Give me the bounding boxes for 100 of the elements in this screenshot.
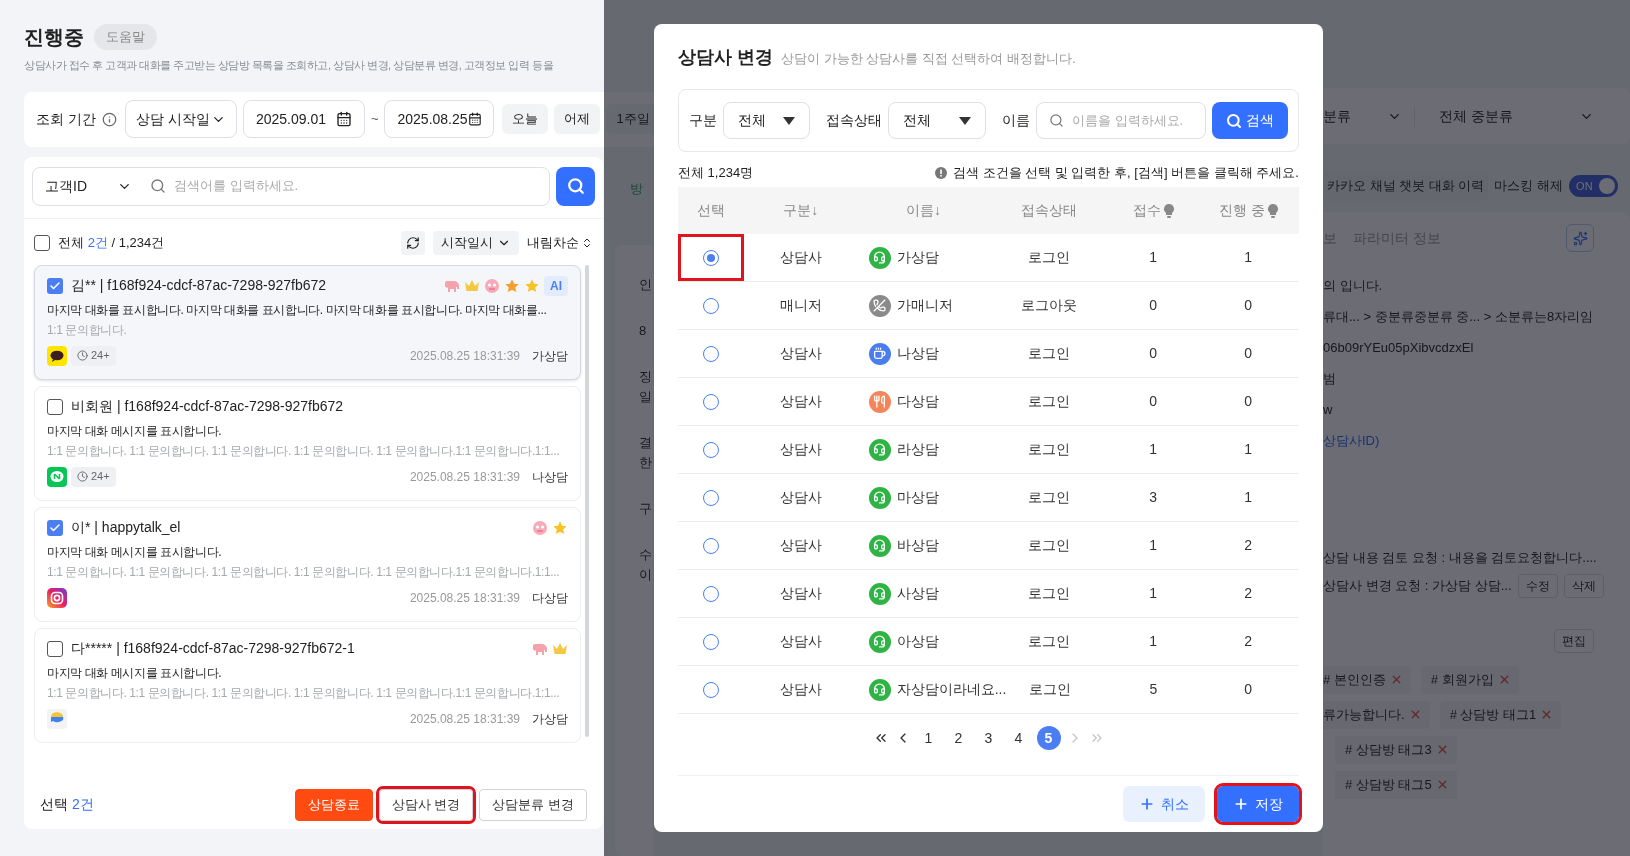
conversation-card[interactable]: 김** | f168f924-cdcf-87ac-7298-927fb672 AI 마지막 대화를 표시합니다. 마지막 대화를 표시합니다. 마지막 대화를 표시합니다. 마지막 대화를... 1:1 문의합니다. 24+ 2025.08.25 18:31:39 가상담 (34, 264, 581, 380)
agent-row[interactable]: 매니저 가매니저 로그아웃 0 0 (678, 282, 1299, 330)
end-date-field[interactable]: 2025.08.25 (384, 100, 495, 138)
ai-assist-button[interactable] (1566, 224, 1594, 252)
table-cell-text: 라상담 (896, 440, 939, 459)
table-cell-text: 상담사 (779, 392, 822, 411)
row-text-fragment: 수 (639, 545, 653, 564)
headset-icon (868, 438, 891, 461)
detail-text: 류대... > 중분류중분류 중... > 소분류는8자리임 (1323, 307, 1594, 326)
face-icon (532, 519, 548, 536)
checkbox[interactable] (47, 398, 63, 415)
row-text-fragment: 이 (639, 565, 653, 584)
page-button[interactable]: 4 (1006, 726, 1031, 750)
quick-range-button[interactable]: 어제 (554, 104, 601, 134)
scrollbar[interactable] (585, 264, 589, 737)
conversation-card[interactable]: 이* | happytalk_el 마지막 대화 메시지를 표시합니다. 1:1 문의합니다. 1:1 문의합니다. 1:1 문의합니다. 1:1 문의합니다. 1:1 문의합니다.1:1 문의합니다.1:1... 2025.08.25 18:31:39 다상담 (34, 506, 581, 622)
last-message: 마지막 대화 메시지를 표시합니다. (47, 664, 222, 682)
action-button[interactable]: 상담사 변경 (378, 788, 474, 821)
table-cell-text: 상담사 (779, 632, 822, 651)
headset-icon (868, 630, 891, 653)
sort-field-select[interactable]: 시작일시 (433, 230, 519, 255)
detail-text: 의 입니다. (1323, 276, 1384, 295)
chat-bubble-icon (47, 345, 67, 366)
checkbox[interactable] (34, 234, 50, 251)
table-cell-text: 다상담 (896, 392, 939, 411)
agent-row[interactable]: 상담사 라상담 로그인 1 1 (678, 426, 1299, 474)
table-cell-text: 마상담 (896, 488, 939, 507)
last-message: 마지막 대화 메시지를 표시합니다. (47, 543, 222, 561)
info-icon (101, 111, 117, 127)
table-cell-text: 2 (1244, 584, 1252, 603)
action-button[interactable]: 상담분류 변경 (479, 788, 587, 821)
column-header: 이름↓ (906, 201, 942, 220)
lightbulb-icon (1163, 203, 1174, 218)
search-field-select[interactable]: 고객ID (33, 175, 146, 197)
row-text-fragment: 한 (639, 453, 653, 472)
page-button[interactable]: 1 (916, 726, 941, 750)
tab-label: 방 (630, 179, 644, 197)
agent-row[interactable]: 상담사 바상담 로그인 1 2 (678, 522, 1299, 570)
agent-row[interactable]: 상담사 아상담 로그인 1 2 (678, 618, 1299, 666)
row-text-fragment: 8 (639, 321, 648, 340)
table-cell-text: 1 (1244, 248, 1252, 267)
table-cell-text: 상담사 (779, 344, 822, 363)
request-action-button[interactable]: 삭제 (1563, 574, 1604, 598)
ai-badge: AI (544, 275, 568, 296)
search-hint: 검색 조건을 선택 및 입력한 후, [검색] 버튼을 클릭해 주세요. (953, 164, 1299, 183)
table-cell-text: 1 (1244, 440, 1252, 459)
chat-bubble-icon (47, 708, 67, 729)
agent-name: 가상담 (532, 710, 568, 728)
table-cell-text: 0 (1244, 680, 1252, 699)
plus-icon (1139, 796, 1155, 812)
headset-icon (868, 246, 891, 269)
agent-row[interactable]: 상담사 다상담 로그인 0 0 (678, 378, 1299, 426)
request-action-button[interactable]: 수정 (1517, 574, 1558, 598)
agent-row[interactable]: 상담사 자상담이라네요... 로그인 5 0 (678, 666, 1299, 714)
conversation-title: 비회원 | f168f924-cdcf-87ac-7298-927fb672 (71, 397, 344, 416)
column-header: 진행 중 (1218, 201, 1265, 220)
status-select[interactable]: 전체 (888, 102, 986, 139)
table-cell-text: 로그인 (1028, 584, 1071, 603)
filter-label: 이름 (1002, 111, 1030, 130)
search-icon (1226, 112, 1242, 129)
checkbox[interactable] (47, 640, 63, 657)
caret-icon (959, 116, 971, 125)
search-button[interactable]: 검색 (1212, 102, 1288, 139)
checkbox[interactable] (47, 277, 63, 294)
conversation-title: 다***** | f168f924-cdcf-87ac-7298-927fb672-1 (71, 639, 355, 658)
table-cell-text: 0 (1244, 296, 1252, 315)
sparkle-icon (1572, 230, 1588, 246)
sort-order-button[interactable]: 내림차순 (527, 232, 593, 253)
table-cell-text: 로그인 (1028, 632, 1071, 651)
filter-label: 접속상태 (826, 111, 882, 130)
search-button[interactable] (556, 166, 595, 206)
refresh-button[interactable] (401, 230, 425, 255)
row-text-fragment: 징 (639, 367, 653, 386)
camera-icon (47, 587, 67, 608)
date-type-select[interactable]: 상담 시작일 (124, 100, 237, 138)
page-button[interactable]: 3 (976, 726, 1001, 750)
quick-range-button[interactable]: 오늘 (502, 104, 549, 134)
checkbox[interactable] (47, 519, 63, 536)
agent-row[interactable]: 상담사 사상담 로그인 1 2 (678, 570, 1299, 618)
page-button[interactable]: 5 (1036, 726, 1061, 750)
check-icon (49, 521, 61, 534)
page-description: 상담사가 접수 후 고객과 대화를 주고받는 상담방 목록을 조회하고, 상담사 변경, 상담분류 변경, 고객정보 입력 등을 (24, 58, 554, 73)
type-select[interactable]: 전체 (723, 102, 810, 139)
tag-chip: 류가능합니다. (1323, 700, 1430, 729)
table-cell-text: 상담사 (779, 248, 822, 267)
agent-row[interactable]: 상담사 가상담 로그인 1 1 (678, 234, 1299, 282)
dialog-button[interactable]: 취소 (1123, 786, 1205, 822)
headset-icon (868, 486, 891, 509)
headset-icon (868, 582, 891, 605)
dialog-subtitle: 상담이 가능한 상담사를 직접 선택하여 배정합니다. (781, 50, 1076, 68)
table-cell-text: 아상담 (896, 632, 939, 651)
table-cell-text: 로그인 (1028, 248, 1071, 267)
conversation-card[interactable]: 비회원 | f168f924-cdcf-87ac-7298-927fb672 마지막 대화 메시지를 표시합니다. 1:1 문의합니다. 1:1 문의합니다. 1:1 문의합니다. 1:1 문의합니다. 1:1 문의합니다.1:1 문의합니다.1:1... 24+ 2025.08.25 18:31:39 나상담 (34, 385, 581, 501)
conversation-card[interactable]: 다***** | f168f924-cdcf-87ac-7298-927fb672-1 마지막 대화 메시지를 표시합니다. 1:1 문의합니다. 1:1 문의합니다. 1:1 문의합니다. 1:1 문의합니다. 1:1 문의합니다.1:1 문의합니다.1:1... 2025.08.25 18:31:39 가상담 (34, 627, 581, 743)
page-button[interactable]: 2 (946, 726, 971, 750)
start-date-field[interactable]: 2025.09.01 (242, 100, 365, 138)
agent-row[interactable]: 상담사 나상담 로그인 0 0 (678, 330, 1299, 378)
agent-row[interactable]: 상담사 마상담 로그인 3 1 (678, 474, 1299, 522)
elephant-icon (532, 641, 548, 656)
dialog-button[interactable]: 저장 (1217, 786, 1299, 822)
